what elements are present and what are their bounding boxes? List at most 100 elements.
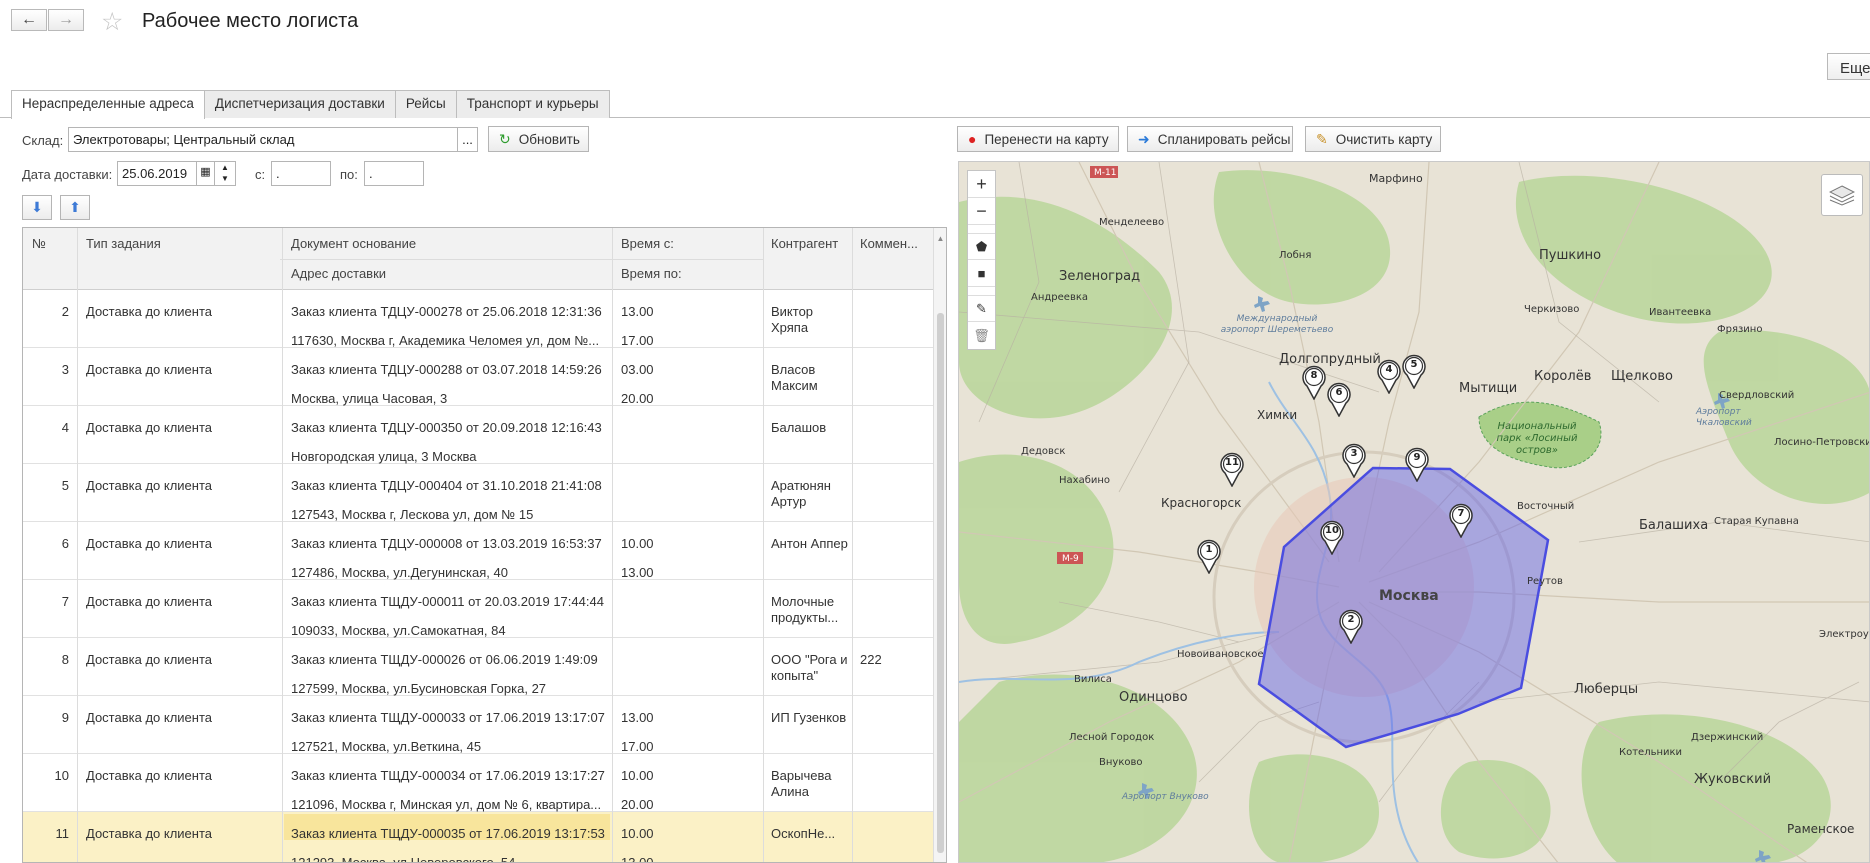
date-stepper[interactable]: ▲ ▼ [214,161,236,186]
table-row[interactable]: 4 Доставка до клиента Заказ клиента ТДЦУ-0… [23,406,933,464]
time-to-field[interactable]: . [364,161,424,186]
map-label: Аэропорт Внуково [1122,792,1209,802]
table-row[interactable]: 6 Доставка до клиента Заказ клиента ТДЦУ-0… [23,522,933,580]
move-down-button[interactable]: ⬇ [22,195,52,220]
col-header-comment[interactable]: Коммен... [860,236,930,251]
map-label: Лобня [1279,250,1312,261]
col-header-time-from[interactable]: Время с: [621,236,674,251]
layers-button[interactable] [1821,174,1863,216]
broom-icon: ✎ [1316,130,1328,147]
zoom-out-button[interactable]: − [968,198,995,225]
col-header-addr[interactable]: Адрес доставки [291,266,386,281]
table-row[interactable]: 11 Доставка до клиента Заказ клиента ТЩДУ-… [23,812,933,862]
tab-trips[interactable]: Рейсы [394,90,457,118]
edit-icon: ✎ [976,300,987,316]
map-label: Старая Купавна [1714,516,1799,527]
table-row[interactable]: 2 Доставка до клиента Заказ клиента ТДЦУ-0… [23,290,933,348]
row-time-from: 03.00 [621,362,654,377]
refresh-button[interactable]: ↻ Обновить [488,126,589,152]
row-document: Заказ клиента ТДЦУ-000278 от 25.06.2018 … [291,304,602,319]
time-from-field[interactable]: . [271,161,331,186]
map-marker-label: 9 [1413,452,1421,463]
table-scrollbar[interactable]: ▲ [933,228,946,862]
map-marker[interactable]: 6 [1326,381,1352,418]
map-label: Новоивановское [1177,649,1264,660]
clear-map-button[interactable]: ✎ Очистить карту [1305,126,1441,152]
draw-polygon-button[interactable]: ⬟ [968,233,995,260]
row-num: 6 [61,536,69,551]
row-address: 127521, Москва, ул.Веткина, 45 [291,739,482,754]
delivery-date-field[interactable]: 25.06.2019 [117,161,197,186]
row-time-from: 10.00 [621,826,654,841]
favorite-star-icon[interactable]: ☆ [101,7,123,37]
table-row[interactable]: 5 Доставка до клиента Заказ клиента ТДЦУ-0… [23,464,933,522]
map-label: Ивантеевка [1649,307,1712,318]
table-row[interactable]: 3 Доставка до клиента Заказ клиента ТДЦУ-0… [23,348,933,406]
map-label: Международный аэропорт Шереметьево [1220,314,1334,335]
map-marker[interactable]: 5 [1401,353,1427,390]
row-time-to: 20.00 [621,797,654,812]
scroll-thumb[interactable] [937,313,944,853]
move-up-button[interactable]: ⬆ [60,195,90,220]
table-row[interactable]: 8 Доставка до клиента Заказ клиента ТЩДУ-0… [23,638,933,696]
back-button[interactable]: ← [11,9,47,31]
more-button[interactable]: Еще [1827,53,1870,80]
forward-button[interactable]: → [48,9,84,31]
minus-icon: − [976,200,987,221]
col-header-time-to[interactable]: Время по: [621,266,682,281]
map-label: Королёв [1534,369,1592,384]
transfer-to-map-button[interactable]: ● Перенести на карту [957,126,1119,152]
row-contractor: Антон Аппер [771,536,848,551]
plus-icon: + [976,173,987,194]
row-type: Доставка до клиента [86,362,212,377]
row-time-from: 13.00 [621,710,654,725]
row-document: Заказ клиента ТДЦУ-000350 от 20.09.2018 … [291,420,602,435]
map-marker[interactable]: 1 [1196,538,1222,575]
tab-transport-couriers[interactable]: Транспорт и курьеры [455,90,610,118]
map-view[interactable]: М-11 М-9 Марфино Менделеево Лобня Пушкин… [958,161,1870,863]
map-label: Щелково [1611,369,1673,384]
map-label: Фрязино [1717,324,1763,335]
polygon-icon: ⬟ [975,238,988,254]
row-contractor: ОскопНе... [771,826,836,841]
calendar-button[interactable]: ▦ [196,161,215,186]
draw-rectangle-button[interactable]: ■ [968,260,995,287]
plan-trips-button[interactable]: ➜ Спланировать рейсы [1127,126,1293,152]
map-marker[interactable]: 11 [1219,451,1245,488]
row-type: Доставка до клиента [86,420,212,435]
map-label: Одинцово [1119,690,1188,705]
map-marker[interactable]: 9 [1404,446,1430,483]
row-num: 9 [61,710,69,725]
map-marker[interactable]: 3 [1341,442,1367,479]
table-row[interactable]: 7 Доставка до клиента Заказ клиента ТЩДУ-0… [23,580,933,638]
time-from-label: с: [255,167,266,182]
tab-delivery-dispatch[interactable]: Диспетчеризация доставки [203,90,396,118]
warehouse-field[interactable]: Электротовары; Центральный склад [68,127,458,152]
map-pin-icon: ● [968,131,977,147]
map-marker[interactable]: 7 [1448,502,1474,539]
map-marker[interactable]: 2 [1338,608,1364,645]
map-label: Долгопрудный [1279,352,1381,367]
map-marker[interactable]: 10 [1319,519,1345,556]
svg-text:М-11: М-11 [1094,168,1116,178]
arrow-up-icon: ⬆ [69,199,81,215]
map-label: Реутов [1527,576,1563,587]
map-marker-label: 4 [1385,364,1393,375]
col-header-doc[interactable]: Документ основание [291,236,416,251]
table-row[interactable]: 9 Доставка до клиента Заказ клиента ТЩДУ-0… [23,696,933,754]
table-row[interactable]: 10 Доставка до клиента Заказ клиента ТЩДУ-… [23,754,933,812]
row-document: Заказ клиента ТЩДУ-000033 от 17.06.2019 … [291,710,605,725]
col-header-type[interactable]: Тип задания [86,236,161,251]
row-contractor: Молочные продукты... [771,594,839,625]
zoom-in-button[interactable]: + [968,171,995,198]
delete-shapes-button[interactable]: 🗑 [968,322,995,349]
warehouse-select-button[interactable]: ... [457,127,478,152]
tab-unassigned-addresses[interactable]: Нераспределенные адреса [11,90,205,119]
row-time-from: 10.00 [621,536,654,551]
col-header-num[interactable]: № [32,236,46,251]
col-header-contractor[interactable]: Контрагент [771,236,838,251]
map-marker[interactable]: 4 [1376,358,1402,395]
map-canvas[interactable]: М-11 М-9 [959,162,1870,863]
map-marker[interactable]: 8 [1301,364,1327,401]
edit-shapes-button[interactable]: ✎ [968,295,995,322]
